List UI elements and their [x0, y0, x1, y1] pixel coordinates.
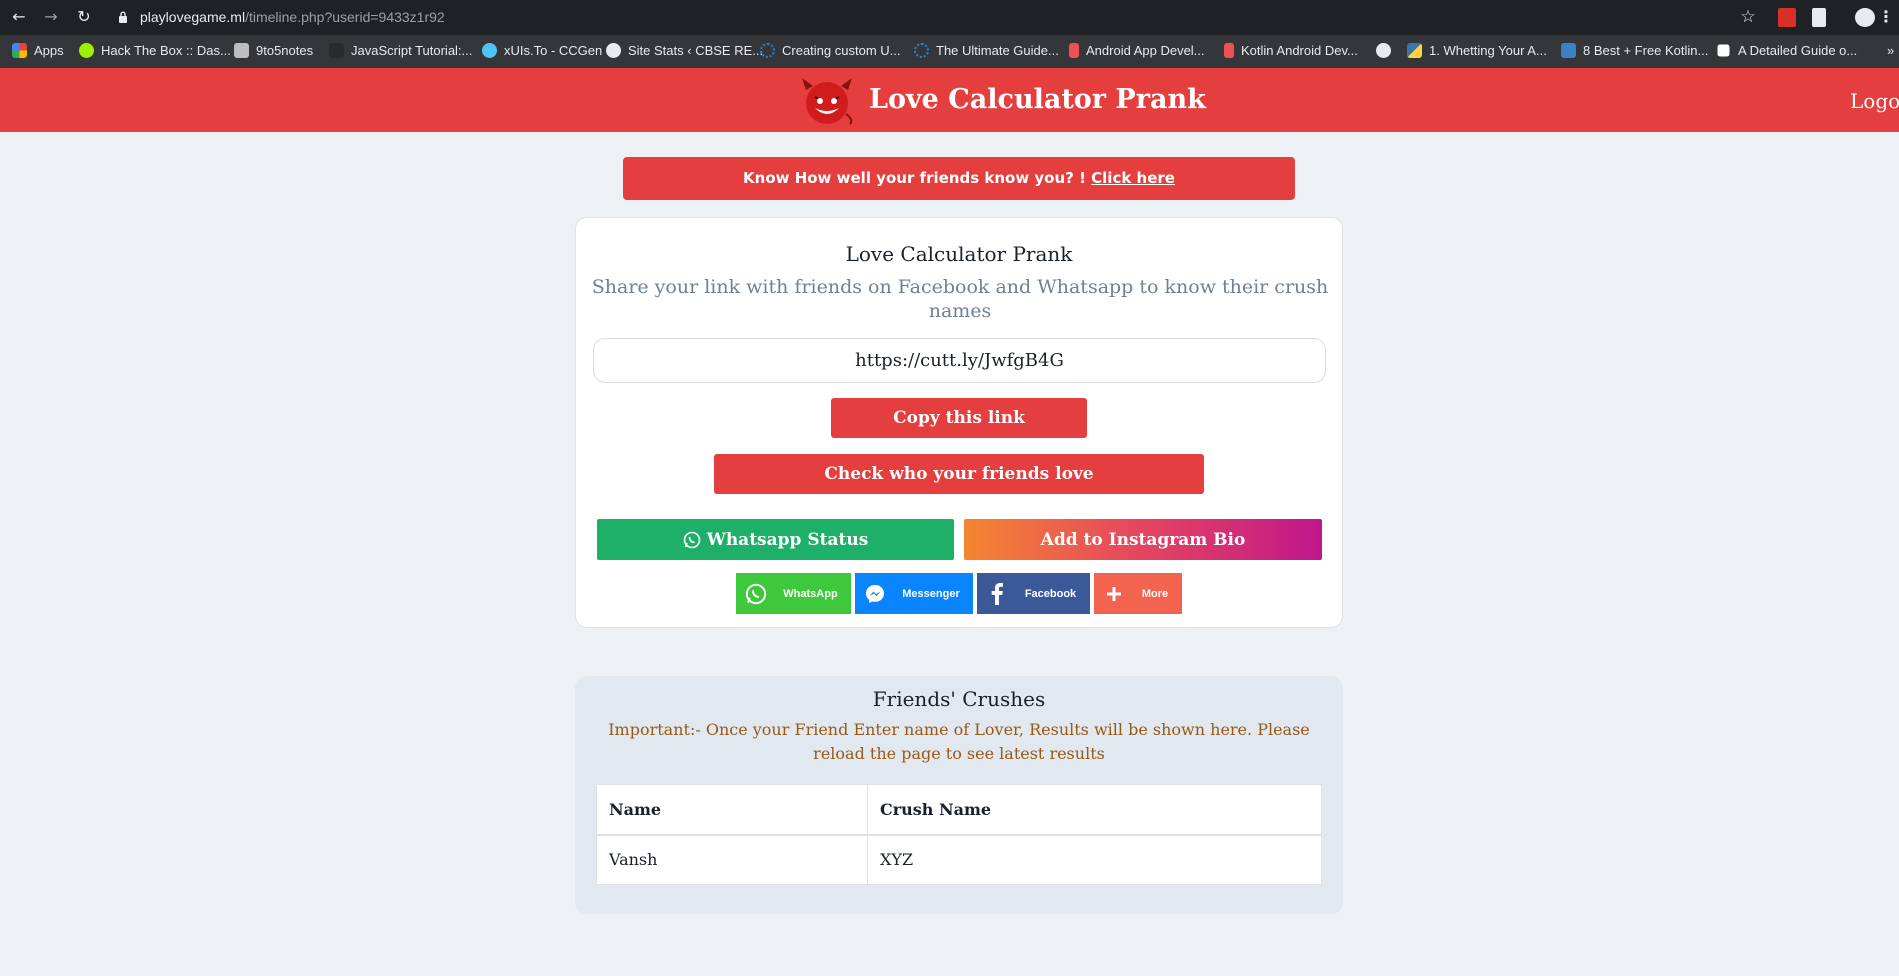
check-friends-button[interactable]: Check who your friends love [714, 454, 1204, 494]
table-header-row: Name Crush Name [596, 784, 1322, 836]
bookmark-xuis[interactable]: xUIs.To - CCGen [482, 43, 602, 58]
globe-icon [606, 43, 621, 58]
bookmark-hackthebox[interactable]: Hack The Box :: Das... [79, 43, 231, 58]
python-icon [1407, 43, 1422, 58]
diamond-icon [1717, 44, 1730, 57]
globe-icon [1376, 43, 1391, 58]
banner-click-here-link[interactable]: Click here [1091, 169, 1175, 187]
9to5notes-icon [234, 43, 249, 58]
reload-icon[interactable]: ↻ [74, 7, 94, 27]
hackthebox-icon [79, 43, 94, 58]
share-facebook-label: Facebook [1024, 587, 1077, 600]
javascript-icon [329, 43, 344, 58]
card-subtitle: Share your link with friends on Facebook… [591, 276, 1329, 322]
profile-avatar[interactable] [1855, 8, 1875, 27]
bookmark-9to5notes[interactable]: 9to5notes [234, 43, 313, 58]
url-path: /timeline.php?userid=9433z1r92 [245, 9, 445, 25]
xuis-icon [482, 43, 497, 58]
instagram-bio-button[interactable]: Add to Instagram Bio [964, 519, 1322, 560]
whatsapp-status-label: Whatsapp Status [706, 529, 869, 550]
site-title[interactable]: Love Calculator Prank [869, 84, 1206, 115]
share-facebook-button[interactable]: Facebook [977, 573, 1090, 614]
facebook-icon [977, 573, 1017, 614]
crushes-table: Name Crush Name Vansh XYZ [596, 784, 1322, 885]
whatsapp-icon [736, 573, 776, 614]
bookmark-globe[interactable] [1376, 43, 1398, 58]
more-bookmarks-icon[interactable]: » [1887, 43, 1894, 58]
share-more-label: More [1141, 587, 1169, 600]
share-whatsapp-label: WhatsApp [783, 587, 838, 600]
bookmark-ultimate-guide[interactable]: The Ultimate Guide... [914, 43, 1059, 58]
bookmark-kotlin-best[interactable]: 8 Best + Free Kotlin... [1561, 43, 1708, 58]
column-header-name: Name [596, 784, 868, 836]
plus-icon [1094, 573, 1134, 614]
messenger-icon [855, 573, 895, 614]
back-arrow-icon[interactable]: ← [9, 7, 29, 27]
spinner-icon [760, 43, 775, 58]
banner-text: Know How well your friends know you? ! [743, 169, 1092, 187]
whatsapp-status-button[interactable]: Whatsapp Status [597, 519, 954, 560]
cell-crush-name: XYZ [867, 834, 1322, 885]
extension-pdf-icon[interactable] [1812, 8, 1826, 27]
column-header-crush-name: Crush Name [867, 784, 1322, 836]
share-link-input[interactable] [593, 338, 1326, 383]
cell-friend-name: Vansh [596, 834, 868, 885]
share-card: Love Calculator Prank Share your link wi… [575, 217, 1343, 628]
bookmark-apps[interactable]: Apps [12, 43, 64, 58]
instagram-bio-label: Add to Instagram Bio [1040, 529, 1246, 550]
bookmark-javascript[interactable]: JavaScript Tutorial:... [329, 43, 472, 58]
table-row: Vansh XYZ [596, 834, 1322, 885]
extension-lastpass-icon[interactable] [1778, 8, 1796, 27]
logout-link[interactable]: Logout [1850, 89, 1899, 113]
dc-icon [1561, 43, 1576, 58]
apps-grid-icon [12, 43, 27, 58]
bookmark-detailed-guide[interactable]: A Detailed Guide o... [1716, 43, 1857, 58]
site-header: Love Calculator Prank Logout [0, 68, 1899, 132]
crushes-note: Important:- Once your Friend Enter name … [608, 720, 1310, 763]
address-bar[interactable]: playlovegame.ml/timeline.php?userid=9433… [140, 9, 445, 25]
browser-toolbar: ← → ↻ playlovegame.ml/timeline.php?useri… [0, 0, 1899, 35]
friends-crushes-panel: Friends' Crushes Important:- Once your F… [575, 676, 1343, 914]
lock-icon [119, 11, 127, 23]
menu-dots-icon[interactable]: ⋮ [1876, 7, 1896, 27]
share-whatsapp-button[interactable]: WhatsApp [736, 573, 851, 614]
spinner-icon [914, 43, 929, 58]
share-messenger-button[interactable]: Messenger [855, 573, 973, 614]
devil-smiley-icon [802, 78, 853, 125]
card-title: Love Calculator Prank [845, 242, 1073, 266]
bookmark-android-app[interactable]: Android App Devel... [1069, 43, 1205, 58]
crushes-title: Friends' Crushes [872, 687, 1046, 711]
star-icon[interactable]: ☆ [1738, 7, 1758, 27]
bookmark-creating-custom[interactable]: Creating custom U... [760, 43, 901, 58]
forward-arrow-icon[interactable]: → [41, 7, 61, 27]
bookmark-site-stats[interactable]: Site Stats ‹ CBSE RE... [606, 43, 763, 58]
friends-quiz-banner: Know How well your friends know you? ! C… [623, 157, 1295, 200]
bookmark-kotlin-android[interactable]: Kotlin Android Dev... [1224, 43, 1358, 58]
share-messenger-label: Messenger [902, 587, 960, 600]
url-domain: playlovegame.ml [140, 9, 246, 25]
udemy-icon [1069, 43, 1079, 58]
bookmarks-bar: Apps Hack The Box :: Das... 9to5notes Ja… [0, 35, 1899, 68]
share-more-button[interactable]: More [1094, 573, 1182, 614]
copy-link-button[interactable]: Copy this link [831, 398, 1087, 438]
udemy-icon [1224, 43, 1234, 58]
whatsapp-icon [683, 531, 701, 548]
bookmark-python[interactable]: 1. Whetting Your A... [1407, 43, 1547, 58]
